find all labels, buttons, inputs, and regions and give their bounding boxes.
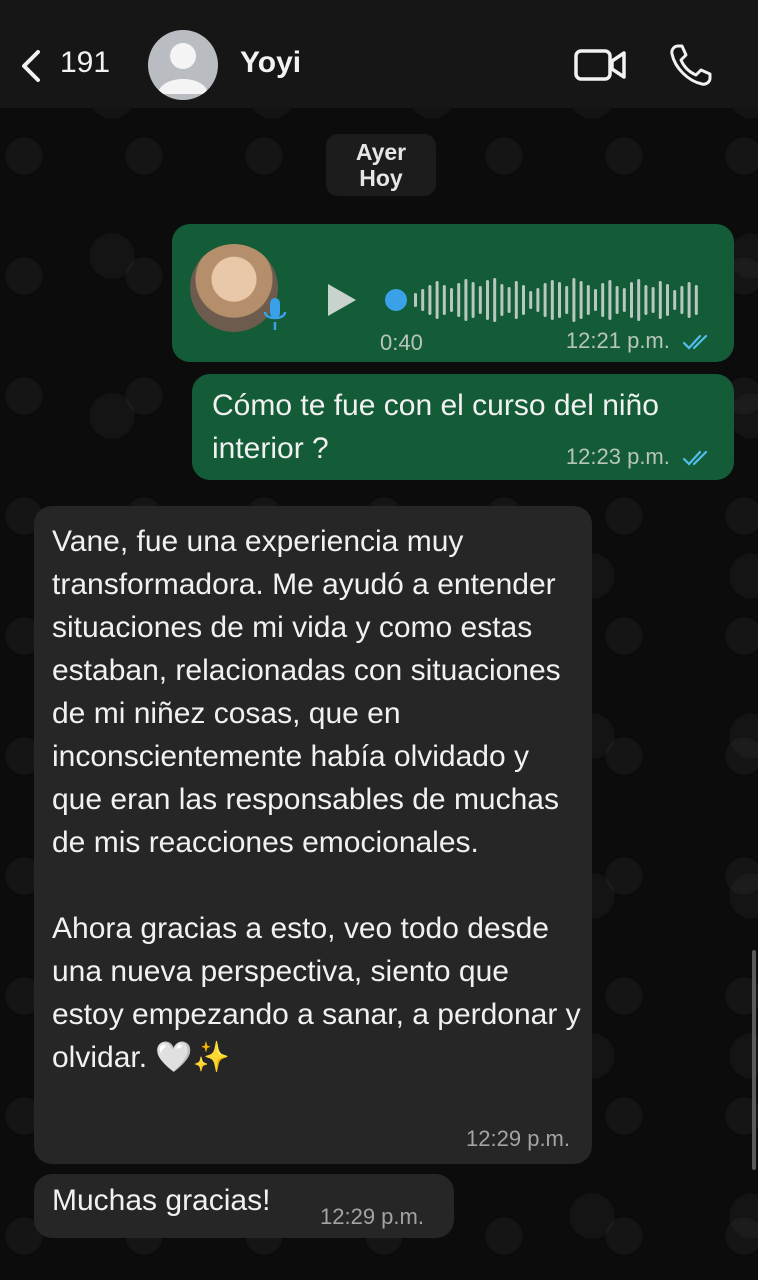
waveform-bar [680,286,684,314]
microphone-icon [263,298,287,330]
person-placeholder-icon [158,43,208,94]
waveform-bar [565,286,569,314]
date-label-today: Hoy [359,165,403,191]
message-time: 12:29 p.m. [320,1204,424,1229]
waveform-bar [558,282,561,318]
waveform-bar [615,286,619,314]
time-text: 12:23 p.m. [565,444,670,469]
waveform-bar [507,287,511,313]
waveform-bar [543,283,547,317]
waveform-bar [421,289,425,311]
waveform-bar [550,280,554,320]
waveform-bar [594,289,597,311]
waveform-bar [601,283,605,317]
waveform-bar [687,282,691,318]
double-check-read-icon [682,335,708,350]
waveform-bar [450,288,453,312]
waveform-bar [428,285,432,315]
message-text: Muchas gracias! [52,1184,271,1217]
waveform-bar [500,284,504,316]
waveform-bar [536,288,540,312]
waveform-bar [471,282,475,318]
chevron-left-icon [22,50,40,82]
message-paragraph: Ahora gracias a esto, veo todo desde una… [52,912,581,1074]
waveform-bar [457,283,461,317]
incoming-message[interactable]: Muchas gracias! 12:29 p.m. [34,1174,454,1238]
waveform-bar [529,291,533,309]
unread-count[interactable]: 191 [60,46,110,80]
waveform-bar [630,282,633,318]
outgoing-message[interactable]: Cómo te fue con el curso del niño interi… [192,374,734,480]
audio-waveform[interactable] [384,272,704,328]
play-button[interactable] [322,280,362,320]
waveform-bar [478,286,482,314]
play-icon [328,284,356,316]
waveform-bar [586,285,590,315]
voice-call-button[interactable] [668,42,714,88]
voice-duration: 0:40 [380,330,423,355]
scrollbar[interactable] [752,950,756,1170]
video-call-button[interactable] [574,45,628,85]
waveform-bar [658,281,662,319]
waveform-bar [644,285,648,315]
incoming-message[interactable]: Vane, fue una experiencia muy transforma… [34,506,592,1164]
message-time: 12:29 p.m. [466,1126,570,1151]
waveform-bar [579,281,583,319]
date-label-yesterday: Ayer [355,139,407,165]
date-separator: Ayer Hoy [326,134,436,196]
waveform-bar [572,278,576,322]
contact-avatar[interactable] [148,30,218,100]
waveform-bar [666,284,669,316]
video-camera-icon [574,49,626,81]
message-time: 12:21 p.m. [566,328,714,354]
waveform-bar [522,285,525,315]
waveform-bar [673,290,677,310]
waveform-bar [514,281,518,319]
waveform-bar [637,279,641,321]
chat-header: 191 Yoyi [0,0,758,108]
waveform-bar [622,288,626,312]
waveform-bar [493,278,497,322]
playhead[interactable] [385,289,407,311]
waveform-bar [608,280,612,320]
message-text: Vane, fue una experiencia muy transforma… [52,520,582,1079]
waveform-bar [435,281,439,319]
voice-message-bubble[interactable]: 0:40 12:21 p.m. [172,224,734,362]
contact-name[interactable]: Yoyi [240,46,301,80]
waveform-bar [464,279,468,321]
phone-icon [670,44,712,86]
waveform-bar [651,287,655,313]
message-paragraph: Vane, fue una experiencia muy transforma… [52,525,561,859]
double-check-read-icon [682,451,708,466]
waveform-bar [442,285,446,315]
time-text: 12:21 p.m. [565,328,670,353]
waveform-bar [694,285,698,315]
message-time: 12:23 p.m. [566,444,714,470]
waveform-bar [414,293,417,307]
back-button[interactable] [14,46,54,86]
waveform-bar [486,280,489,320]
